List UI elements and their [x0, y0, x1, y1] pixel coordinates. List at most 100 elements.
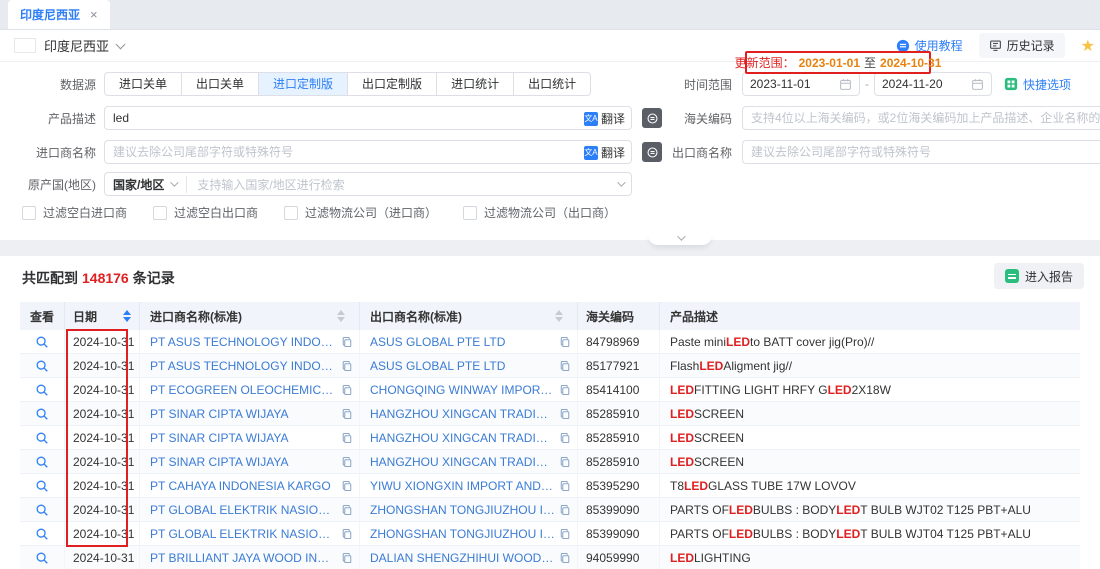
collapse-panel-button[interactable]	[648, 230, 712, 245]
copy-icon[interactable]	[559, 504, 571, 516]
copy-icon[interactable]	[559, 360, 571, 372]
country-selector-label[interactable]: 印度尼西亚	[44, 36, 109, 55]
sort-icon[interactable]	[337, 310, 345, 322]
data-source-tab[interactable]: 出口关单	[181, 73, 258, 95]
checkbox-icon[interactable]	[153, 206, 167, 220]
company-link[interactable]: ASUS GLOBAL PTE LTD	[370, 359, 555, 373]
copy-icon[interactable]	[559, 384, 571, 396]
data-source-tab[interactable]: 出口统计	[513, 73, 590, 95]
copy-icon[interactable]	[341, 408, 353, 420]
product-desc-cell: LED SCREEN	[660, 402, 1080, 425]
view-detail-button[interactable]	[35, 503, 49, 517]
translate-button[interactable]: 文A 翻译	[584, 110, 625, 127]
data-source-tab[interactable]: 出口定制版	[347, 73, 436, 95]
copy-icon[interactable]	[559, 336, 571, 348]
view-detail-button[interactable]	[35, 431, 49, 445]
sort-icon[interactable]	[555, 310, 563, 322]
company-link[interactable]: PT SINAR CIPTA WIJAYA	[150, 455, 337, 469]
copy-icon[interactable]	[341, 480, 353, 492]
view-detail-button[interactable]	[35, 455, 49, 469]
history-button[interactable]: 历史记录	[979, 33, 1065, 58]
filter-checkbox[interactable]: 过滤物流公司（进口商）	[284, 204, 437, 221]
header-date[interactable]: 日期	[65, 302, 140, 330]
table-row: 2024-10-31PT BRILLIANT JAYA WOOD INDUSTR…	[20, 546, 1080, 569]
filter-checkbox[interactable]: 过滤空白出口商	[153, 204, 258, 221]
company-link[interactable]: DALIAN SHENGZHIHUI WOOD INDUST...	[370, 551, 555, 565]
exporter-cell: DALIAN SHENGZHIHUI WOOD INDUST...	[360, 546, 578, 569]
company-link[interactable]: PT CAHAYA INDONESIA KARGO	[150, 479, 337, 493]
copy-icon[interactable]	[341, 432, 353, 444]
copy-icon[interactable]	[559, 408, 571, 420]
origin-country-field[interactable]: 国家/地区 支持输入国家/地区进行检索	[104, 172, 632, 196]
company-link[interactable]: PT BRILLIANT JAYA WOOD INDUSTRY	[150, 551, 337, 565]
company-link[interactable]: ZHONGSHAN TONGJIUZHOU INTERNA...	[370, 527, 555, 541]
product-desc-input[interactable]	[104, 106, 632, 130]
view-detail-button[interactable]	[35, 551, 49, 565]
indonesia-flag-icon	[14, 38, 36, 53]
origin-country-select[interactable]: 国家/地区	[113, 176, 187, 193]
view-detail-button[interactable]	[35, 335, 49, 349]
data-source-tab[interactable]: 进口关单	[105, 73, 181, 95]
company-link[interactable]: HANGZHOU XINGCAN TRADING CO LTD	[370, 407, 555, 421]
enter-report-button[interactable]: 进入报告	[994, 263, 1084, 289]
copy-icon[interactable]	[559, 552, 571, 564]
view-detail-button[interactable]	[35, 407, 49, 421]
view-detail-button[interactable]	[35, 527, 49, 541]
company-link[interactable]: ASUS GLOBAL PTE LTD	[370, 335, 555, 349]
company-link[interactable]: PT SINAR CIPTA WIJAYA	[150, 407, 337, 421]
favorite-star-icon[interactable]: ★	[1081, 36, 1095, 56]
company-link[interactable]: PT ASUS TECHNOLOGY INDONESIA BA...	[150, 359, 337, 373]
copy-icon[interactable]	[341, 336, 353, 348]
importer-cell: PT SINAR CIPTA WIJAYA	[140, 402, 360, 425]
company-link[interactable]: PT ECOGREEN OLEOCHEMICALS	[150, 383, 337, 397]
header-exporter[interactable]: 出口商名称(标准)	[360, 302, 578, 330]
company-link[interactable]: PT GLOBAL ELEKTRIK NASIONAL	[150, 503, 337, 517]
company-link[interactable]: HANGZHOU XINGCAN TRADING CO LTD	[370, 455, 555, 469]
copy-icon[interactable]	[341, 528, 353, 540]
translate-button[interactable]: 文A 翻译	[584, 144, 625, 161]
sort-icon[interactable]	[123, 310, 131, 322]
date-cell: 2024-10-31	[65, 450, 140, 473]
checkbox-icon[interactable]	[22, 206, 36, 220]
hs-code-input[interactable]	[742, 106, 1100, 130]
copy-icon[interactable]	[341, 384, 353, 396]
checkbox-icon[interactable]	[463, 206, 477, 220]
company-link[interactable]: HANGZHOU XINGCAN TRADING CO LTD	[370, 431, 555, 445]
company-link[interactable]: PT SINAR CIPTA WIJAYA	[150, 431, 337, 445]
importer-name-input[interactable]	[104, 140, 632, 164]
filter-checkbox[interactable]: 过滤物流公司（出口商）	[463, 204, 616, 221]
report-icon	[1005, 269, 1019, 283]
data-source-tab[interactable]: 进口定制版	[258, 73, 347, 95]
filter-checkboxes: 过滤空白进口商 过滤空白出口商 过滤物流公司（进口商） 过滤物流公司（出口商）	[22, 204, 616, 221]
company-link[interactable]: YIWU XIONGXIN IMPORT AND EXPORT...	[370, 479, 555, 493]
copy-icon[interactable]	[341, 360, 353, 372]
view-detail-button[interactable]	[35, 359, 49, 373]
company-link[interactable]: PT GLOBAL ELEKTRIK NASIONAL	[150, 527, 337, 541]
company-link[interactable]: ZHONGSHAN TONGJIUZHOU INTERNA...	[370, 503, 555, 517]
copy-icon[interactable]	[559, 480, 571, 492]
filter-checkbox[interactable]: 过滤空白进口商	[22, 204, 127, 221]
date-to-input[interactable]: 2024-11-20	[874, 72, 992, 96]
view-detail-button[interactable]	[35, 383, 49, 397]
copy-icon[interactable]	[341, 456, 353, 468]
copy-icon[interactable]	[341, 504, 353, 516]
close-icon[interactable]: ×	[90, 7, 98, 22]
exact-match-icon[interactable]	[642, 108, 662, 128]
header-importer[interactable]: 进口商名称(标准)	[140, 302, 360, 330]
view-detail-button[interactable]	[35, 479, 49, 493]
update-range-label: 更新范围：	[735, 54, 795, 71]
company-link[interactable]: CHONGQING WINWAY IMPORT AND E...	[370, 383, 555, 397]
date-from-input[interactable]: 2023-11-01	[742, 72, 860, 96]
copy-icon[interactable]	[559, 528, 571, 540]
quick-options-button[interactable]: 快捷选项	[1004, 76, 1071, 93]
copy-icon[interactable]	[341, 552, 353, 564]
copy-icon[interactable]	[559, 456, 571, 468]
company-link[interactable]: PT ASUS TECHNOLOGY INDONESIA BA...	[150, 335, 337, 349]
copy-icon[interactable]	[559, 432, 571, 444]
exact-match-icon[interactable]	[642, 142, 662, 162]
tab-indonesia[interactable]: 印度尼西亚 ×	[8, 0, 110, 29]
checkbox-icon[interactable]	[284, 206, 298, 220]
chevron-down-icon[interactable]	[116, 39, 126, 49]
data-source-tab[interactable]: 进口统计	[436, 73, 513, 95]
exporter-name-input[interactable]	[742, 140, 1100, 164]
